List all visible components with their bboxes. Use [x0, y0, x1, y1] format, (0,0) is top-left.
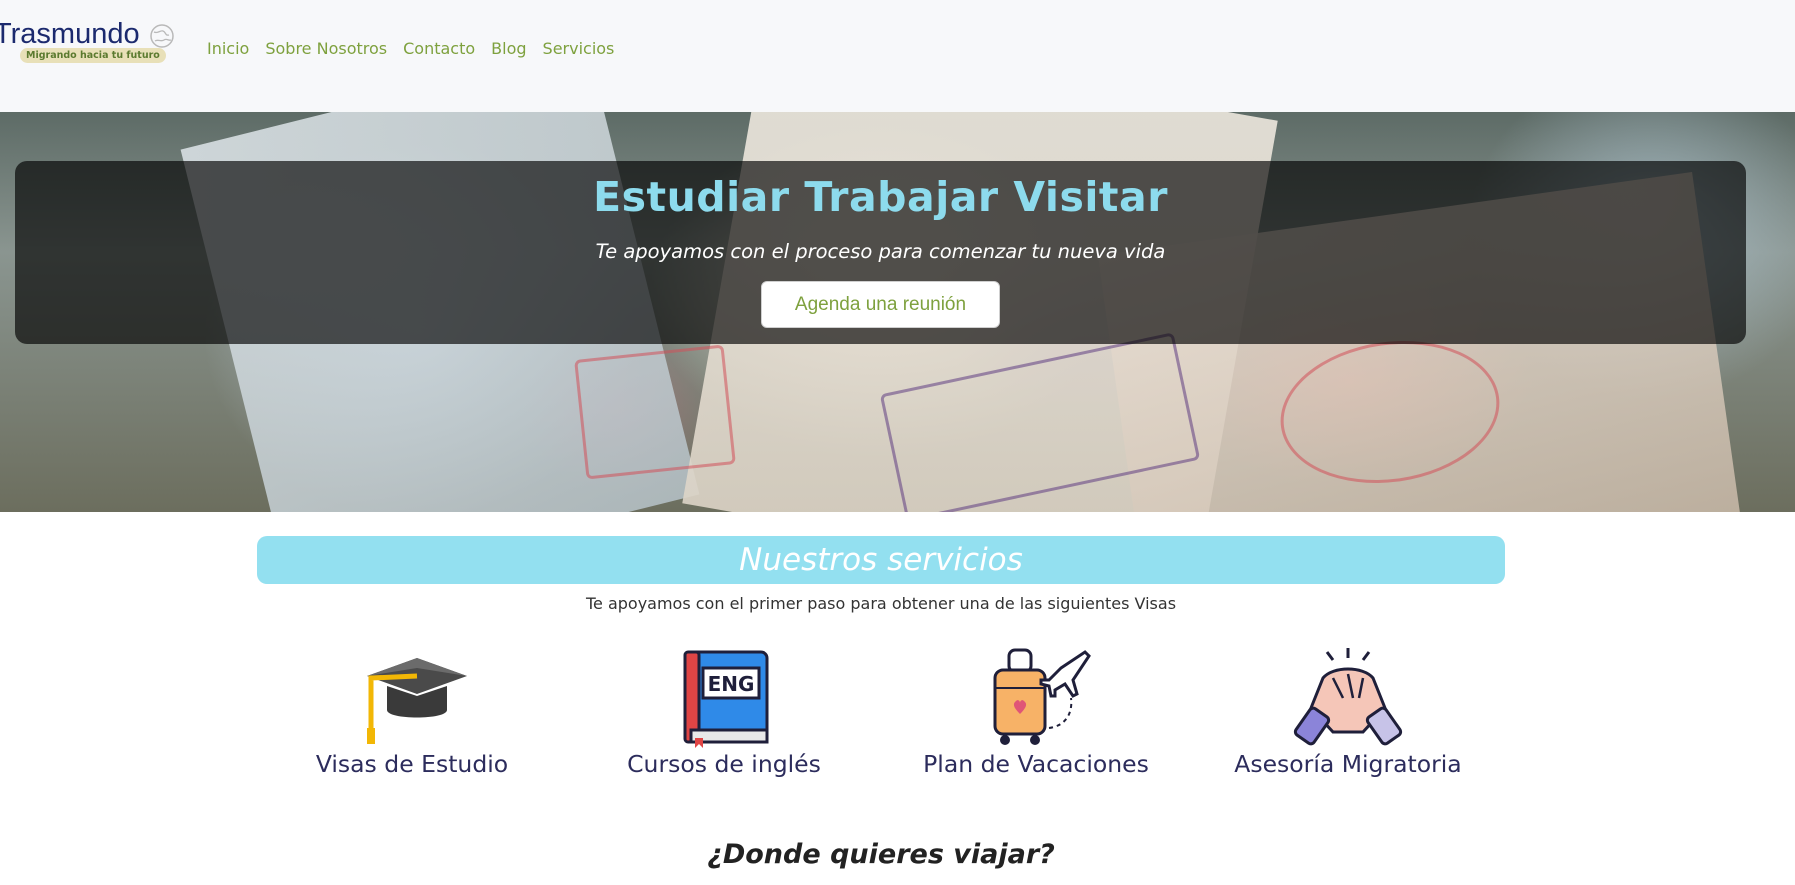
nav-link-servicios[interactable]: Servicios	[543, 39, 615, 58]
service-label: Plan de Vacaciones	[923, 750, 1149, 778]
hero-subtitle: Te apoyamos con el proceso para comenzar…	[595, 240, 1166, 263]
svg-text:ENG: ENG	[708, 672, 755, 696]
service-label: Cursos de inglés	[627, 750, 821, 778]
services-heading: Nuestros servicios	[257, 536, 1505, 584]
schedule-meeting-button[interactable]: Agenda una reunión	[761, 281, 1000, 328]
nav-link-blog[interactable]: Blog	[491, 39, 526, 58]
handshake-icon	[1293, 648, 1403, 746]
hero-section: Estudiar Trabajar Visitar Te apoyamos co…	[0, 112, 1795, 512]
navbar: Trasmundo Migrando hacia tu futuro Inici…	[0, 0, 1795, 112]
nav-link-sobre-nosotros[interactable]: Sobre Nosotros	[265, 39, 387, 58]
service-plan-de-vacaciones[interactable]: Plan de Vacaciones	[906, 648, 1166, 778]
globe-icon	[150, 24, 174, 48]
service-visas-de-estudio[interactable]: Visas de Estudio	[282, 648, 542, 778]
brand-tagline: Migrando hacia tu futuro	[20, 48, 166, 63]
nav-link-inicio[interactable]: Inicio	[207, 39, 249, 58]
nav-link-contacto[interactable]: Contacto	[403, 39, 475, 58]
main-nav: Inicio Sobre Nosotros Contacto Blog Serv…	[207, 39, 630, 58]
hero-title: Estudiar Trabajar Visitar	[593, 173, 1168, 221]
services-subtitle: Te apoyamos con el primer paso para obte…	[585, 594, 1177, 613]
graduation-cap-icon	[367, 658, 467, 744]
destinations-heading: ¿Donde quieres viajar?	[707, 839, 1055, 870]
service-label: Asesoría Migratoria	[1234, 750, 1462, 778]
hero-background-stamp	[574, 344, 736, 480]
brand-logo[interactable]: Trasmundo Migrando hacia tu futuro	[0, 18, 180, 68]
hero-overlay: Estudiar Trabajar Visitar Te apoyamos co…	[15, 161, 1746, 344]
service-label: Visas de Estudio	[315, 750, 509, 778]
service-cursos-de-ingles[interactable]: ENG Cursos de inglés	[594, 648, 854, 778]
english-book-icon: ENG	[683, 650, 769, 748]
luggage-plane-icon	[993, 648, 1091, 745]
service-asesoria-migratoria[interactable]: Asesoría Migratoria	[1218, 648, 1478, 778]
brand-name: Trasmundo	[0, 18, 140, 50]
